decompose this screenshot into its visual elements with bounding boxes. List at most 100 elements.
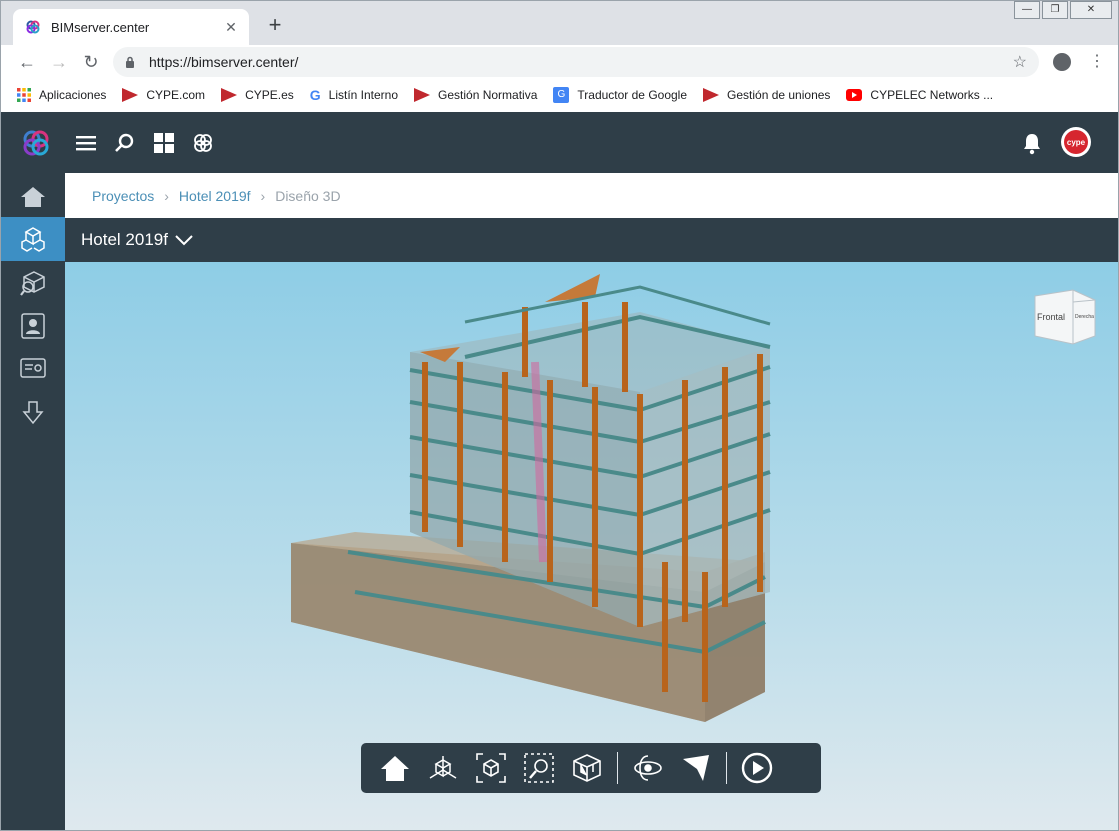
tab-close-icon[interactable]: ✕ xyxy=(223,19,239,36)
toolbar-divider xyxy=(726,752,727,784)
tab-bimserver[interactable]: BIMserver.center ✕ xyxy=(13,9,249,45)
bookmark-cypelec[interactable]: CYPELEC Networks ... xyxy=(846,88,993,102)
bookmark-traductor[interactable]: G Traductor de Google xyxy=(553,87,687,103)
breadcrumb-current: Diseño 3D xyxy=(275,187,341,204)
cype-icon xyxy=(221,88,238,102)
certificate-icon xyxy=(20,358,46,378)
bookmark-label: CYPE.com xyxy=(146,88,206,102)
project-bar: Hotel 2019f xyxy=(65,218,1118,262)
minimize-button[interactable]: — xyxy=(1014,1,1040,19)
play-button[interactable] xyxy=(733,748,781,788)
maximize-button[interactable]: ❐ xyxy=(1042,1,1068,19)
axes-button[interactable] xyxy=(419,748,467,788)
orbit-button[interactable] xyxy=(624,748,672,788)
rail-item-certificate[interactable] xyxy=(1,347,65,391)
bookmark-cype-es[interactable]: CYPE.es xyxy=(221,88,294,102)
viewcube-front-label: Frontal xyxy=(1037,312,1065,322)
viewcube[interactable]: Frontal Derecha xyxy=(1033,288,1097,348)
avatar-text: cype xyxy=(1064,130,1088,154)
left-rail xyxy=(1,173,65,830)
bimserver-icon[interactable] xyxy=(192,132,214,154)
google-translate-icon: G xyxy=(553,87,570,103)
home-icon xyxy=(21,187,45,207)
bimserver-logo-icon[interactable] xyxy=(21,128,51,158)
google-icon: G xyxy=(309,87,321,103)
contact-card-icon xyxy=(21,313,45,339)
bimserver-favicon-icon xyxy=(26,20,40,34)
breadcrumb: Proyectos › Hotel 2019f › Diseño 3D xyxy=(65,173,1118,218)
rail-item-3d-model[interactable] xyxy=(1,217,65,261)
rail-item-home[interactable] xyxy=(1,175,65,219)
rail-item-contacts[interactable] xyxy=(1,304,65,348)
url-text: https://bimserver.center/ xyxy=(149,54,299,70)
search-icon[interactable] xyxy=(113,132,135,154)
bookmark-cype-com[interactable]: CYPE.com xyxy=(122,88,205,102)
address-bar[interactable]: https://bimserver.center/ ☆ xyxy=(113,47,1039,77)
menu-icon[interactable] xyxy=(75,132,97,154)
tab-title: BIMserver.center xyxy=(51,19,150,35)
download-icon xyxy=(22,401,44,425)
apps-grid-icon xyxy=(17,88,31,102)
play-icon xyxy=(741,752,773,784)
fit-view-button[interactable] xyxy=(467,748,515,788)
back-icon[interactable]: ← xyxy=(11,52,43,73)
bookmark-gestion-normativa[interactable]: Gestión Normativa xyxy=(414,88,537,102)
cype-icon xyxy=(122,88,139,102)
section-box-icon xyxy=(573,754,601,782)
window-controls: — ❐ ✕ xyxy=(1014,1,1112,19)
close-window-button[interactable]: ✕ xyxy=(1070,1,1112,19)
rail-item-search-model[interactable] xyxy=(1,261,65,305)
fit-view-icon xyxy=(476,753,506,783)
browser-window: BIMserver.center ✕ + — ❐ ✕ ← → ↻ https:/… xyxy=(0,0,1119,831)
bookmark-gestion-uniones[interactable]: Gestión de uniones xyxy=(703,88,830,102)
bookmark-aplicaciones[interactable]: Aplicaciones xyxy=(17,88,106,102)
browser-menu-icon[interactable]: ⋮ xyxy=(1089,51,1105,71)
cype-icon xyxy=(703,88,720,102)
zoom-window-button[interactable] xyxy=(515,748,563,788)
bookmark-label: CYPE.es xyxy=(245,88,294,102)
select-pointer-button[interactable] xyxy=(672,748,720,788)
bell-icon[interactable] xyxy=(1021,132,1043,156)
chevron-right-icon: › xyxy=(260,187,266,204)
bookmark-label: Listín Interno xyxy=(328,88,399,102)
avatar[interactable]: cype xyxy=(1061,127,1091,157)
cubes-icon xyxy=(21,227,45,252)
youtube-icon xyxy=(846,89,863,101)
bookmark-label: Gestión Normativa xyxy=(438,88,538,102)
grid-icon[interactable] xyxy=(153,132,175,154)
profile-icon[interactable] xyxy=(1053,53,1071,71)
search-cube-icon xyxy=(20,271,45,296)
forward-icon[interactable]: → xyxy=(43,52,75,73)
axes-icon xyxy=(429,756,457,779)
breadcrumb-projects[interactable]: Proyectos xyxy=(92,188,154,204)
bookmark-label: Gestión de uniones xyxy=(727,88,831,102)
tab-strip: BIMserver.center ✕ + — ❐ ✕ xyxy=(1,1,1118,45)
lock-icon xyxy=(126,56,134,68)
breadcrumb-project[interactable]: Hotel 2019f xyxy=(179,188,251,204)
chevron-right-icon: › xyxy=(164,187,169,204)
project-title[interactable]: Hotel 2019f xyxy=(81,230,168,250)
viewer-toolbar xyxy=(361,743,821,793)
section-box-button[interactable] xyxy=(563,748,611,788)
chevron-down-icon[interactable] xyxy=(174,234,194,246)
bookmark-label: Traductor de Google xyxy=(577,88,688,102)
select-pointer-icon xyxy=(683,755,709,781)
reload-icon[interactable]: ↻ xyxy=(75,52,107,73)
app-header: cype xyxy=(1,112,1118,173)
bookmark-listin-interno[interactable]: G Listín Interno xyxy=(310,87,398,103)
rail-item-download[interactable] xyxy=(1,391,65,435)
home-view-button[interactable] xyxy=(371,748,419,788)
bookmark-label: CYPELEC Networks ... xyxy=(870,88,994,102)
new-tab-button[interactable]: + xyxy=(263,13,287,37)
browser-toolbar: ← → ↻ https://bimserver.center/ ☆ ⋮ xyxy=(1,45,1118,79)
3d-viewport[interactable]: Frontal Derecha xyxy=(65,262,1118,830)
orbit-icon xyxy=(634,755,662,781)
toolbar-divider xyxy=(617,752,618,784)
viewcube-right-label: Derecha xyxy=(1075,314,1094,320)
bookmarks-bar: Aplicaciones CYPE.com CYPE.es G Listín I… xyxy=(1,79,1118,111)
bookmark-label: Aplicaciones xyxy=(39,88,107,102)
zoom-window-icon xyxy=(524,753,554,783)
home-view-icon xyxy=(381,756,409,781)
bookmark-star-icon[interactable]: ☆ xyxy=(1013,52,1027,72)
cype-icon xyxy=(414,88,431,102)
